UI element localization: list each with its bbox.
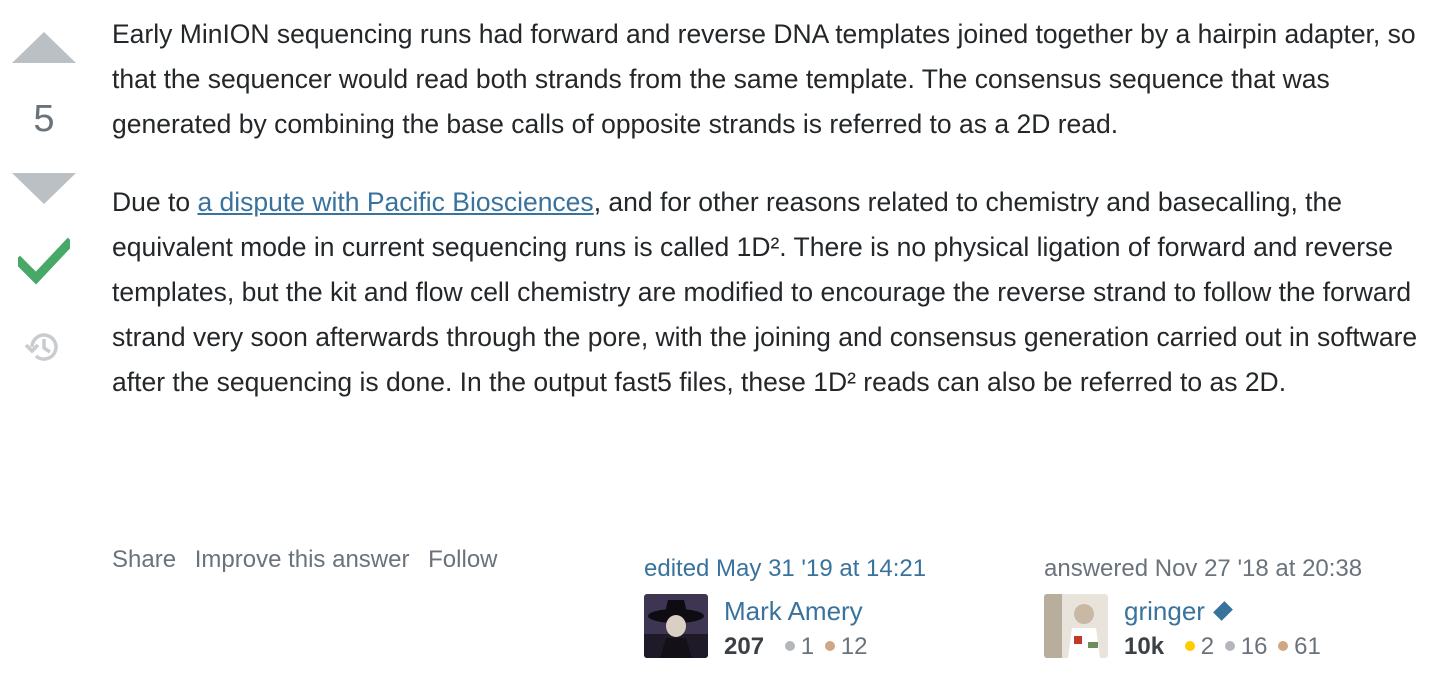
bronze-badge-icon [1278, 641, 1289, 652]
editor-reputation-score: 207 [724, 633, 765, 660]
answerer-name-link[interactable]: gringer [1124, 596, 1233, 626]
answerer-reputation-score: 10k [1124, 633, 1165, 660]
upvote-arrow-icon[interactable] [12, 32, 76, 63]
answerer-name: gringer [1124, 596, 1205, 626]
answerer-bronze-count: 61 [1294, 633, 1321, 660]
edited-timestamp-link[interactable]: edited May 31 '19 at 14:21 [644, 554, 926, 584]
answered-signature: answered Nov 27 '18 at 20:38 gringer 10k… [1044, 554, 1362, 660]
editor-silver-count: 1 [800, 633, 815, 660]
answer-body: Early MinION sequencing runs had forward… [112, 12, 1422, 405]
gold-badge-icon [1184, 641, 1195, 652]
silver-badge-icon [1224, 641, 1235, 652]
answerer-silver-count: 16 [1240, 633, 1268, 660]
editor-name-link[interactable]: Mark Amery [724, 596, 863, 626]
follow-link[interactable]: Follow [428, 546, 497, 573]
share-link[interactable]: Share [112, 546, 176, 573]
improve-answer-link[interactable]: Improve this answer [195, 546, 410, 573]
answerer-row: gringer 10k 2 16 61 [1044, 594, 1404, 660]
editor-row: Mark Amery 207 1 12 [644, 594, 1004, 660]
editor-reputation: 207 1 12 [724, 632, 867, 662]
downvote-arrow-icon[interactable] [12, 173, 76, 204]
post-menu: Share Improve this answer Follow [112, 546, 510, 574]
answerer-gold-count: 2 [1200, 633, 1215, 660]
editor-bronze-count: 12 [840, 633, 868, 660]
edited-signature: edited May 31 '19 at 14:21 Mark Amery 20… [644, 554, 926, 660]
silver-badge-icon [784, 641, 795, 652]
pacific-biosciences-dispute-link[interactable]: a dispute with Pacific Biosciences [197, 187, 593, 217]
answerer-avatar[interactable] [1044, 594, 1108, 658]
paragraph-2-rest: , and for other reasons related to chemi… [112, 187, 1418, 397]
vote-column: 5 [0, 0, 90, 674]
answered-timestamp-link[interactable]: answered Nov 27 '18 at 20:38 [1044, 554, 1362, 584]
accepted-checkmark-icon [18, 237, 70, 285]
answer-paragraph-2: Due to a dispute with Pacific Bioscience… [112, 180, 1422, 405]
answer-paragraph-1: Early MinION sequencing runs had forward… [112, 19, 1416, 139]
vote-count: 5 [33, 98, 55, 140]
paragraph-2-intro: Due to [112, 187, 198, 217]
history-icon[interactable] [24, 328, 62, 366]
editor-avatar[interactable] [644, 594, 708, 658]
bronze-badge-icon [824, 641, 835, 652]
answerer-reputation: 10k 2 16 61 [1124, 632, 1321, 662]
moderator-diamond-icon [1213, 601, 1233, 622]
